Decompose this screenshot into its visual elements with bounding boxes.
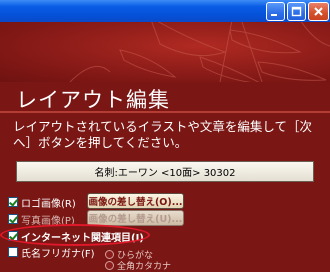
maximize-icon xyxy=(291,6,302,17)
logo-image-checkbox[interactable]: ロゴ画像(R) xyxy=(8,195,76,210)
logo-replace-button[interactable]: 画像の差し替え(O)... xyxy=(87,193,184,209)
page-title: レイアウト編集 xyxy=(16,88,170,112)
close-icon xyxy=(314,7,323,16)
decorative-banner xyxy=(0,22,330,82)
window-titlebar xyxy=(0,0,330,22)
radio-button[interactable] xyxy=(105,249,114,259)
highlight-annotation-ring xyxy=(0,224,150,246)
checkbox-box[interactable] xyxy=(8,214,18,224)
checkbox-box[interactable] xyxy=(8,247,18,257)
leaf-pattern-icon xyxy=(69,22,330,82)
furigana-checkbox[interactable]: 氏名フリガナ(F) xyxy=(8,245,95,260)
title-divider xyxy=(0,111,330,113)
layout-name-field: 名刺:エーワン <10面> 30302 xyxy=(16,161,314,182)
radio-katakana[interactable]: 全角カタカナ xyxy=(105,259,171,272)
photo-replace-button[interactable]: 画像の差し替え(U)... xyxy=(87,210,184,226)
instruction-text: レイアウトされているイラストや文章を編集して［次へ］ボタンを押してください。 xyxy=(13,119,313,150)
logo-image-label: ロゴ画像(R) xyxy=(21,198,76,210)
radio-button[interactable] xyxy=(105,260,114,270)
furigana-label: 氏名フリガナ(F) xyxy=(21,248,95,260)
maximize-button[interactable] xyxy=(287,2,306,21)
layout-name-text: 名刺:エーワン <10面> 30302 xyxy=(94,168,236,179)
minimize-icon xyxy=(271,14,277,16)
close-button[interactable] xyxy=(308,2,329,21)
minimize-button[interactable] xyxy=(266,2,285,21)
checkbox-box[interactable] xyxy=(8,197,18,207)
